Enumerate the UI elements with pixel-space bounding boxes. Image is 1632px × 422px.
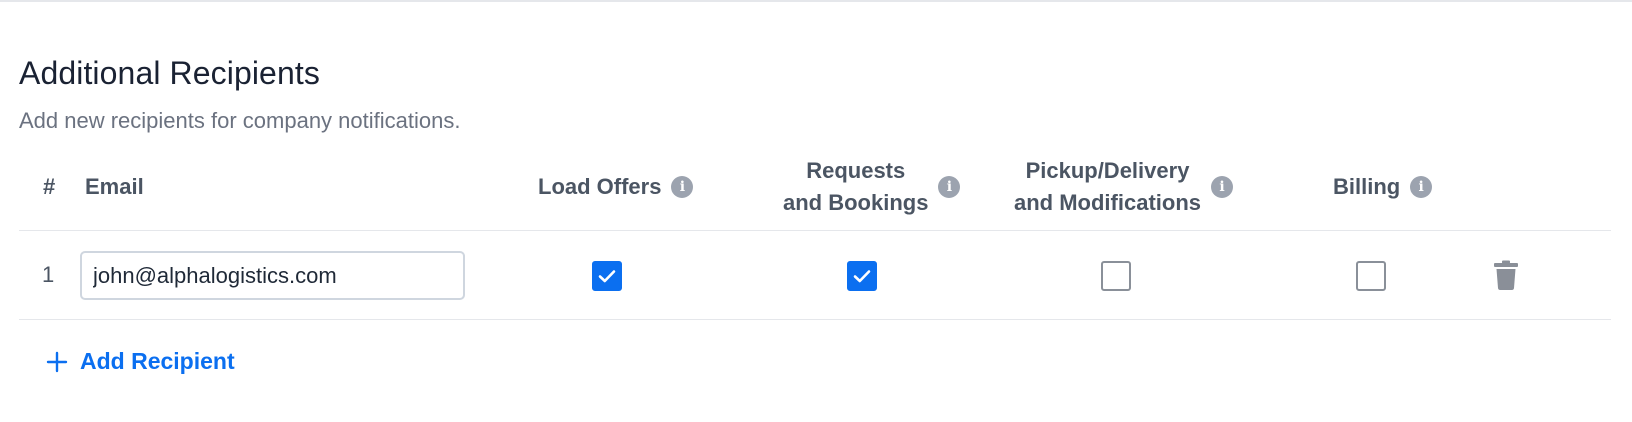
pickup-delivery-checkbox[interactable] — [1101, 261, 1131, 291]
column-header-pickup-line1: Pickup/Delivery — [1025, 158, 1190, 183]
column-header-email: Email — [85, 174, 144, 199]
info-icon[interactable]: i — [671, 176, 694, 198]
header-divider — [19, 230, 1611, 231]
column-header-billing-label: Billing — [1333, 174, 1401, 199]
column-header-number: # — [43, 174, 56, 199]
column-header-pickup-delivery: Pickup/Delivery and Modifications i — [1014, 155, 1233, 219]
column-header-pickup-line2: and Modifications — [1014, 190, 1201, 215]
column-header-billing: Billing i — [1333, 171, 1433, 203]
billing-checkbox[interactable] — [1356, 261, 1386, 291]
column-header-load-offers: Load Offers i — [538, 171, 694, 203]
checkmark-icon — [853, 270, 871, 283]
email-field[interactable] — [80, 251, 465, 300]
row-divider — [19, 319, 1611, 320]
add-recipient-button[interactable]: Add Recipient — [46, 348, 235, 375]
load-offers-checkbox[interactable] — [592, 261, 622, 291]
info-icon[interactable]: i — [938, 176, 961, 198]
add-recipient-label: Add Recipient — [80, 348, 235, 374]
section-subtitle: Add new recipients for company notificat… — [19, 108, 461, 133]
top-divider — [0, 0, 1632, 2]
column-header-requests-line2: and Bookings — [783, 190, 929, 215]
info-icon[interactable]: i — [1211, 176, 1233, 198]
column-header-requests-label: Requests and Bookings — [783, 155, 928, 219]
row-number: 1 — [42, 262, 55, 287]
column-header-requests-line1: Requests — [806, 158, 906, 183]
trash-icon[interactable] — [1494, 260, 1518, 290]
plus-icon — [46, 351, 68, 372]
section-title: Additional Recipients — [19, 55, 320, 91]
info-icon[interactable]: i — [1410, 176, 1433, 198]
column-header-pickup-label: Pickup/Delivery and Modifications — [1014, 155, 1201, 219]
checkmark-icon — [598, 270, 616, 283]
column-header-requests-and-bookings: Requests and Bookings i — [783, 155, 961, 219]
column-header-load-offers-label: Load Offers — [538, 174, 662, 199]
requests-and-bookings-checkbox[interactable] — [847, 261, 877, 291]
